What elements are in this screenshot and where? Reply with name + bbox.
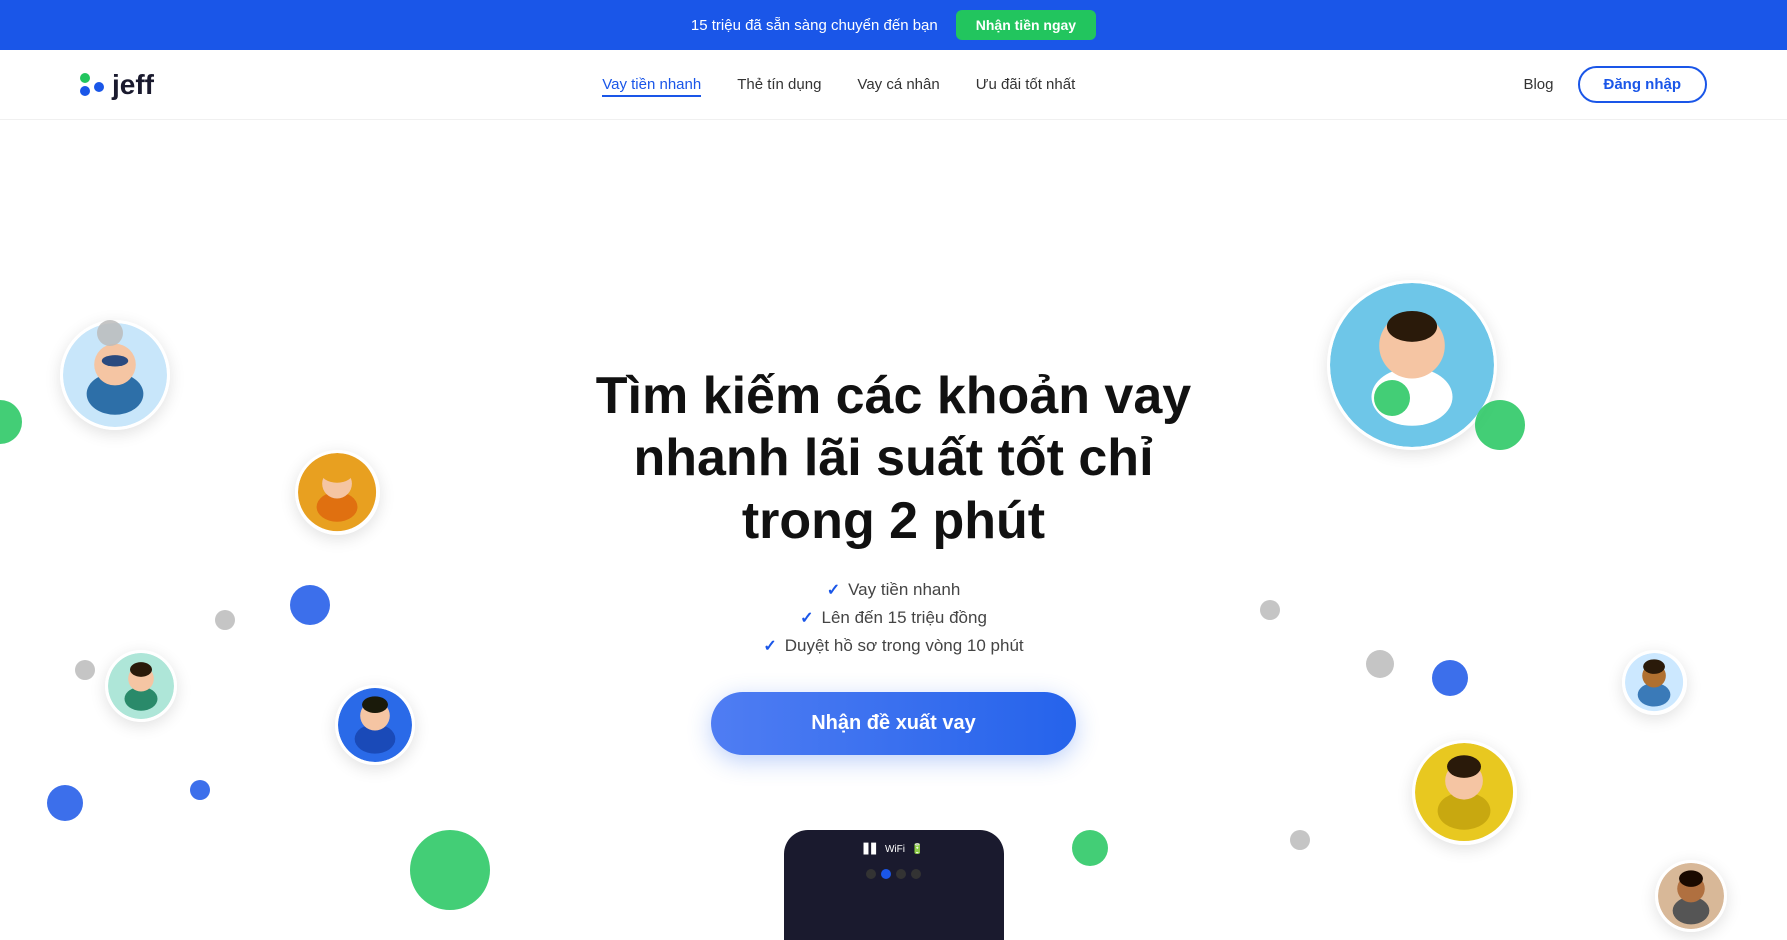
decor-dot-10 — [1260, 600, 1280, 620]
avatar-left-3 — [105, 650, 177, 722]
phone-dot-3 — [896, 869, 906, 879]
hero-check-text-3: Duyệt hồ sơ trong vòng 10 phút — [785, 636, 1024, 656]
navbar: jeff Vay tiền nhanh Thẻ tín dụng Vay cá … — [0, 50, 1787, 120]
banner-text: 15 triệu đã sẵn sàng chuyển đến bạn — [691, 17, 938, 34]
decor-dot-9 — [1475, 400, 1525, 450]
hero-check-text-1: Vay tiền nhanh — [848, 580, 960, 600]
nav-item-vay-ca-nhan[interactable]: Vay cá nhân — [857, 76, 939, 94]
phone-battery-icon: 🔋 — [911, 844, 923, 855]
decor-dot-14 — [1290, 830, 1310, 850]
avatar-left-1 — [60, 320, 170, 430]
avatar-right-4 — [1655, 860, 1727, 932]
check-icon-2: ✓ — [800, 608, 813, 628]
check-icon-3: ✓ — [763, 636, 776, 656]
decor-dot-3 — [215, 610, 235, 630]
decor-dot-5 — [47, 785, 83, 821]
nav-links: Vay tiền nhanh Thẻ tín dụng Vay cá nhân … — [602, 76, 1075, 94]
decor-dot-1 — [97, 320, 123, 346]
phone-mockup: ▋▋ WiFi 🔋 — [784, 830, 1004, 940]
avatar-right-3 — [1412, 740, 1517, 845]
logo-link[interactable]: jeff — [80, 69, 154, 101]
nav-link-the-tin-dung[interactable]: Thẻ tín dụng — [737, 76, 821, 93]
phone-dot-2 — [881, 869, 891, 879]
nav-right: Blog Đăng nhập — [1523, 66, 1707, 103]
decor-dot-11 — [1366, 650, 1394, 678]
login-button[interactable]: Đăng nhập — [1578, 66, 1708, 103]
top-banner: 15 triệu đã sẵn sàng chuyển đến bạn Nhận… — [0, 0, 1787, 50]
hero-check-3: ✓ Duyệt hồ sơ trong vòng 10 phút — [564, 636, 1224, 656]
hero-check-1: ✓ Vay tiền nhanh — [564, 580, 1224, 600]
hero-check-text-2: Lên đến 15 triệu đồng — [821, 608, 986, 628]
hero-checks: ✓ Vay tiền nhanh ✓ Lên đến 15 triệu đồng… — [564, 580, 1224, 656]
decor-dot-2 — [290, 585, 330, 625]
hero-content: Tìm kiếm các khoản vay nhanh lãi suất tố… — [564, 365, 1224, 755]
decor-dot-12 — [1432, 660, 1468, 696]
nav-item-vay-tien-nhanh[interactable]: Vay tiền nhanh — [602, 76, 701, 94]
logo-text: jeff — [112, 69, 154, 101]
decor-dot-4 — [75, 660, 95, 680]
decor-dot-0 — [0, 400, 22, 444]
decor-dot-8 — [1374, 380, 1410, 416]
decor-dot-6 — [190, 780, 210, 800]
phone-signal-icon: ▋▋ — [864, 844, 879, 855]
hero-section: Tìm kiếm các khoản vay nhanh lãi suất tố… — [0, 120, 1787, 940]
nav-link-vay-tien-nhanh[interactable]: Vay tiền nhanh — [602, 76, 701, 97]
hero-title: Tìm kiếm các khoản vay nhanh lãi suất tố… — [564, 365, 1224, 552]
decor-dot-13 — [1072, 830, 1108, 866]
hero-cta-button[interactable]: Nhận đề xuất vay — [711, 692, 1076, 755]
avatar-left-2 — [295, 450, 380, 535]
nav-link-uu-dai[interactable]: Ưu đãi tốt nhất — [976, 76, 1076, 93]
phone-top-bar: ▋▋ WiFi 🔋 — [864, 844, 924, 855]
logo-dot-blue-bottom — [80, 86, 90, 96]
avatar-right-2 — [1622, 650, 1687, 715]
nav-item-the-tin-dung[interactable]: Thẻ tín dụng — [737, 76, 821, 94]
phone-nav-dots — [866, 869, 921, 879]
nav-blog-link[interactable]: Blog — [1523, 76, 1553, 93]
nav-link-vay-ca-nhan[interactable]: Vay cá nhân — [857, 76, 939, 93]
avatar-right-1 — [1327, 280, 1497, 450]
phone-dot-1 — [866, 869, 876, 879]
decor-dot-7 — [410, 830, 490, 910]
logo-dots — [80, 73, 104, 96]
logo-dot-blue-top — [94, 82, 104, 92]
phone-dot-4 — [911, 869, 921, 879]
nav-item-uu-dai[interactable]: Ưu đãi tốt nhất — [976, 76, 1076, 94]
phone-wifi-icon: WiFi — [885, 844, 905, 855]
logo-dot-green — [80, 73, 90, 83]
avatar-left-4 — [335, 685, 415, 765]
banner-cta-button[interactable]: Nhận tiền ngay — [956, 10, 1096, 40]
check-icon-1: ✓ — [827, 580, 840, 600]
hero-check-2: ✓ Lên đến 15 triệu đồng — [564, 608, 1224, 628]
